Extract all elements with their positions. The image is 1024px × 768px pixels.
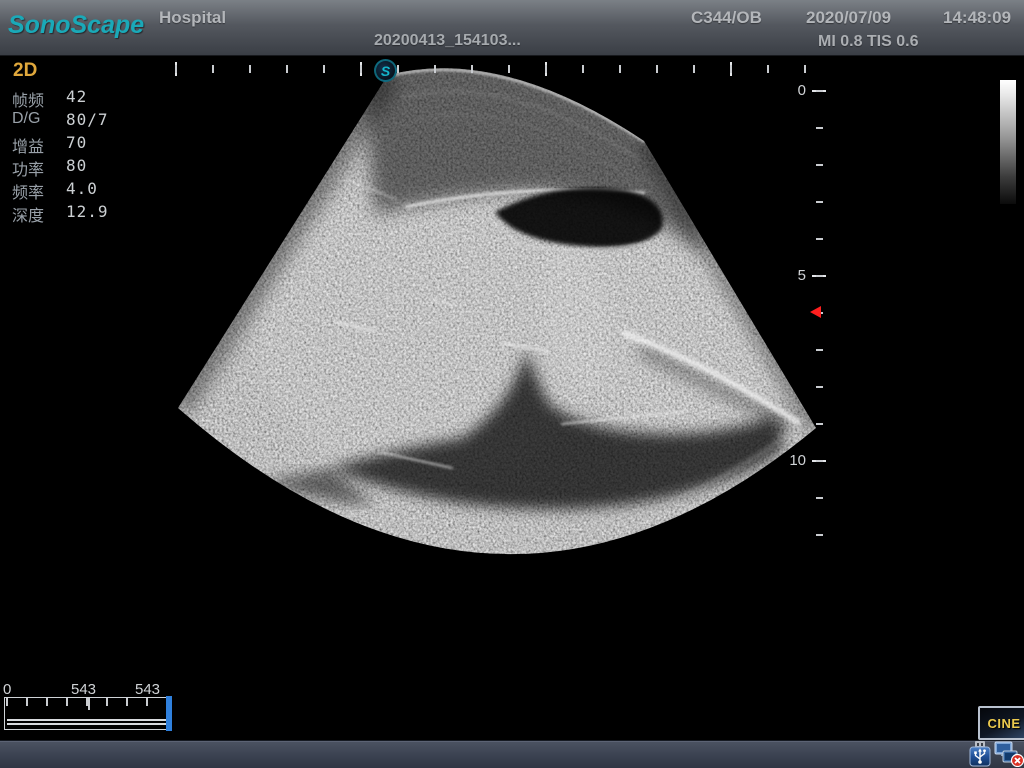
cine-scrubber-ticks xyxy=(6,698,164,706)
depth-label-10: 10 xyxy=(780,452,806,469)
param-value-gain: 70 xyxy=(66,133,87,152)
hospital-name: Hospital xyxy=(159,8,226,28)
param-label-dg: D/G xyxy=(12,110,40,128)
depth-label-0: 0 xyxy=(780,82,806,99)
exam-id: 20200413_154103... xyxy=(374,32,521,50)
param-value-framerate: 42 xyxy=(66,87,87,106)
grayscale-bar xyxy=(1000,80,1016,204)
top-ruler-minor-ticks xyxy=(175,65,808,73)
cine-scrubber-thumb[interactable] xyxy=(166,696,172,731)
acoustic-indices: MI 0.8 TIS 0.6 xyxy=(818,33,918,51)
mode-label: 2D xyxy=(13,60,37,82)
top-status-bar: SonoScape Hospital C344/OB 2020/07/09 14… xyxy=(0,0,1024,56)
param-value-power: 80 xyxy=(66,156,87,175)
param-label-framerate: 帧频 xyxy=(12,87,44,111)
param-value-frequency: 4.0 xyxy=(66,179,98,198)
ultrasound-image xyxy=(0,0,1024,768)
usb-icon[interactable] xyxy=(968,741,992,767)
param-value-depth: 12.9 xyxy=(66,202,109,221)
system-time: 14:48:09 xyxy=(943,8,1011,28)
cine-progress-lines xyxy=(7,719,168,725)
cine-start-frame: 0 xyxy=(3,681,11,698)
system-date: 2020/07/09 xyxy=(806,8,891,28)
param-label-frequency: 频率 xyxy=(12,179,44,203)
orientation-marker-icon: S xyxy=(374,59,397,82)
network-error-icon[interactable] xyxy=(994,741,1024,767)
ultrasound-screen: SonoScape Hospital C344/OB 2020/07/09 14… xyxy=(0,0,1024,768)
param-value-dg: 80/7 xyxy=(66,110,109,129)
focus-marker-icon xyxy=(810,306,821,318)
fan-region xyxy=(160,36,840,566)
cine-current-frame: 543 xyxy=(71,681,96,698)
param-label-depth: 深度 xyxy=(12,202,44,226)
param-label-power: 功率 xyxy=(12,156,44,180)
brand-logo: SonoScape xyxy=(8,11,144,40)
param-label-gain: 增益 xyxy=(12,133,44,157)
cine-total-frames: 543 xyxy=(135,681,160,698)
bottom-task-bar xyxy=(0,740,1024,768)
depth-label-5: 5 xyxy=(780,267,806,284)
cine-scrubber-center-tick xyxy=(88,698,90,710)
cine-scrubber-track[interactable] xyxy=(4,697,171,730)
cine-button[interactable]: CINE xyxy=(978,706,1024,740)
probe-preset: C344/OB xyxy=(691,8,762,28)
